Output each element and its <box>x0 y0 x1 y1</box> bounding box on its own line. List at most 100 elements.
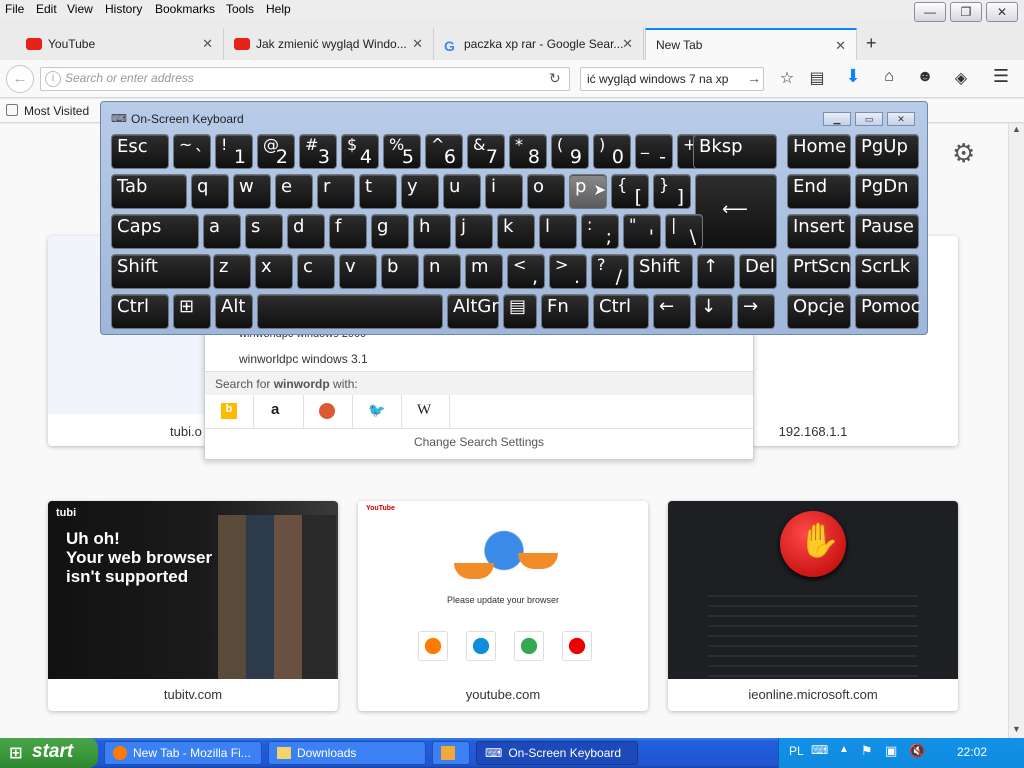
amazon-icon[interactable]: a <box>271 401 279 418</box>
key-symbol[interactable]: {[ <box>611 174 649 209</box>
key-tab[interactable]: Tab <box>111 174 187 209</box>
key-x[interactable]: x <box>255 254 293 289</box>
key-y[interactable]: y <box>401 174 439 209</box>
key-symbol[interactable]: " ' <box>623 214 661 249</box>
bookmark-star-icon[interactable]: ☆ <box>776 68 798 88</box>
key-symbol[interactable]: >. <box>549 254 587 289</box>
volume-muted-icon[interactable]: 🔇 <box>909 743 925 759</box>
key-j[interactable]: j <box>455 214 493 249</box>
key-u[interactable]: u <box>443 174 481 209</box>
network-icon[interactable]: ▣ <box>885 743 897 759</box>
key-6[interactable]: ^ 6 <box>425 134 463 169</box>
key-ctrl[interactable]: Ctrl <box>593 294 649 329</box>
scroll-down-arrow-icon[interactable]: ▼ <box>1012 724 1021 734</box>
key-symbol[interactable]: :; <box>581 214 619 249</box>
key-pause[interactable]: Pause <box>855 214 919 249</box>
key-ctrl[interactable]: Ctrl <box>111 294 169 329</box>
library-icon[interactable]: ▤ <box>806 68 828 88</box>
key-7[interactable]: & 7 <box>467 134 505 169</box>
key-symbol[interactable]: ? / <box>591 254 629 289</box>
key-t[interactable]: t <box>359 174 397 209</box>
info-icon[interactable]: i <box>45 71 61 87</box>
search-input[interactable]: ić wygląd windows 7 na xp <box>587 72 747 86</box>
taskbar-item-media[interactable] <box>432 741 470 765</box>
key-9[interactable]: (9 <box>551 134 589 169</box>
search-go-arrow-icon[interactable]: → <box>747 70 761 86</box>
menu-edit[interactable]: Edit <box>36 2 57 16</box>
tab-youtube[interactable]: YouTube ✕ <box>18 28 224 60</box>
key-5[interactable]: % 5 <box>383 134 421 169</box>
key-symbol[interactable]: ⊞ <box>173 294 211 329</box>
key-symbol[interactable]: <, <box>507 254 545 289</box>
key-insert[interactable]: Insert <box>787 214 851 249</box>
key-w[interactable]: w <box>233 174 271 209</box>
key-shift[interactable]: Shift <box>633 254 693 289</box>
tab-new-tab[interactable]: New Tab ✕ <box>645 28 857 60</box>
settings-gear-icon[interactable]: ⚙ <box>952 138 975 169</box>
key-enter[interactable]: ⟵ <box>695 174 777 249</box>
key-altgr[interactable]: AltGr <box>447 294 499 329</box>
key-home[interactable]: Home <box>787 134 851 169</box>
menu-help[interactable]: Help <box>266 2 291 16</box>
hamburger-menu-icon[interactable]: ☰ <box>990 66 1012 87</box>
keyboard-layout-icon[interactable]: ⌨ <box>811 743 828 757</box>
taskbar-item-firefox[interactable]: New Tab - Mozilla Fi... <box>104 741 262 765</box>
key-alt[interactable]: Alt <box>215 294 253 329</box>
osk-maximize-button[interactable]: ▭ <box>855 112 883 126</box>
key-caps[interactable]: Caps <box>111 214 199 249</box>
menu-history[interactable]: History <box>105 2 142 16</box>
key-3[interactable]: #3 <box>299 134 337 169</box>
key-v[interactable]: v <box>339 254 377 289</box>
twitter-icon[interactable]: 🐦 <box>368 402 385 419</box>
key-f[interactable]: f <box>329 214 367 249</box>
key-i[interactable]: i <box>485 174 523 209</box>
minimize-button[interactable]: — <box>914 2 946 22</box>
key-symbol[interactable]: }] <box>653 174 691 209</box>
tab-google-search[interactable]: G paczka xp rar - Google Sear... ✕ <box>436 28 644 60</box>
key-b[interactable]: b <box>381 254 419 289</box>
top-site-tile-tubitv[interactable]: tubi Uh oh! Your web browser isn't suppo… <box>48 501 338 711</box>
close-icon[interactable]: ✕ <box>202 36 213 52</box>
key-l[interactable]: l <box>539 214 577 249</box>
key-symbol[interactable]: → <box>737 294 775 329</box>
key-k[interactable]: k <box>497 214 535 249</box>
osk-close-button[interactable]: ✕ <box>887 112 915 126</box>
bing-icon[interactable]: b <box>221 403 237 419</box>
menu-bookmarks[interactable]: Bookmarks <box>155 2 215 16</box>
top-site-tile-youtube[interactable]: YouTube Please update your browser youtu… <box>358 501 648 711</box>
search-bar[interactable]: ić wygląd windows 7 na xp → <box>580 67 764 91</box>
home-icon[interactable]: ⌂ <box>878 68 900 86</box>
key-h[interactable]: h <box>413 214 451 249</box>
key-8[interactable]: * 8 <box>509 134 547 169</box>
show-hidden-icons-icon[interactable]: ▲ <box>839 744 849 755</box>
tab-jak-zmienic[interactable]: Jak zmienić wygląd Windo... ✕ <box>226 28 434 60</box>
start-button[interactable]: ⊞ start <box>0 738 98 768</box>
key-a[interactable]: a <box>203 214 241 249</box>
key-symbol[interactable]: _ - <box>635 134 673 169</box>
taskbar-item-osk[interactable]: ⌨ On-Screen Keyboard <box>476 741 638 765</box>
key-g[interactable]: g <box>371 214 409 249</box>
most-visited-link[interactable]: Most Visited <box>24 104 89 118</box>
clock[interactable]: 22:02 <box>957 745 987 759</box>
vertical-scrollbar[interactable]: ▲ ▼ <box>1008 124 1024 738</box>
key-symbol[interactable]: ▤ <box>503 294 537 329</box>
key-4[interactable]: $4 <box>341 134 379 169</box>
close-icon[interactable]: ✕ <box>412 36 423 52</box>
key-r[interactable]: r <box>317 174 355 209</box>
key-symbol[interactable]: ← <box>653 294 691 329</box>
taskbar-item-downloads[interactable]: Downloads <box>268 741 426 765</box>
key-symbol[interactable]: ↑ <box>697 254 735 289</box>
menu-file[interactable]: File <box>5 2 24 16</box>
duckduckgo-icon[interactable] <box>319 403 335 419</box>
key-2[interactable]: @2 <box>257 134 295 169</box>
key-pomoc[interactable]: Pomoc <box>855 294 921 329</box>
key-symbol[interactable]: | \ <box>665 214 703 249</box>
top-site-tile-ieonline[interactable]: ✋ ieonline.microsoft.com <box>668 501 958 711</box>
key-q[interactable]: q <box>191 174 229 209</box>
key-s[interactable]: s <box>245 214 283 249</box>
key-c[interactable]: c <box>297 254 335 289</box>
change-search-settings-button[interactable]: Change Search Settings <box>205 435 753 449</box>
key-fn[interactable]: Fn <box>541 294 589 329</box>
security-alert-icon[interactable]: ⚑ <box>861 743 873 759</box>
maximize-button[interactable]: ❐ <box>950 2 982 22</box>
